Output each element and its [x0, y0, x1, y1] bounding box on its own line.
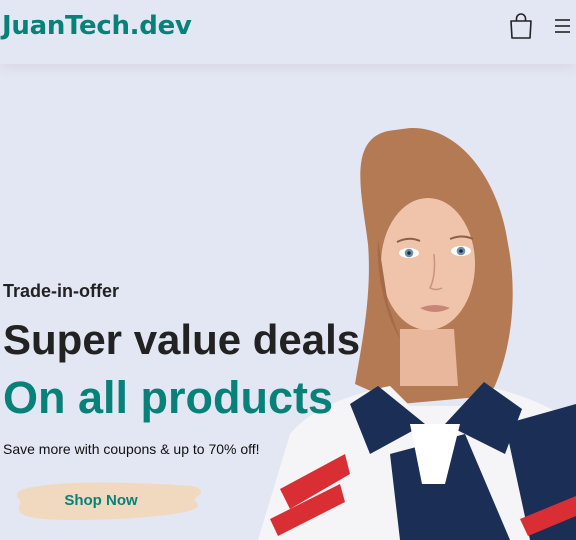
hero-headline: Super value deals: [3, 316, 361, 363]
shop-now-label: Shop Now: [64, 492, 138, 509]
logo[interactable]: JuanTech.dev: [2, 11, 192, 41]
hero-headline-accent: On all products: [3, 372, 334, 423]
hero-subtext: Save more with coupons & up to 70% off!: [3, 441, 260, 457]
hero-section: Trade-in-offer Super value deals On all …: [0, 64, 576, 540]
menu-icon[interactable]: [552, 16, 572, 36]
site-header: JuanTech.dev: [0, 0, 576, 64]
hero-eyebrow: Trade-in-offer: [3, 281, 120, 301]
shopping-bag-icon[interactable]: [508, 12, 534, 40]
shop-now-button[interactable]: Shop Now: [14, 478, 204, 524]
